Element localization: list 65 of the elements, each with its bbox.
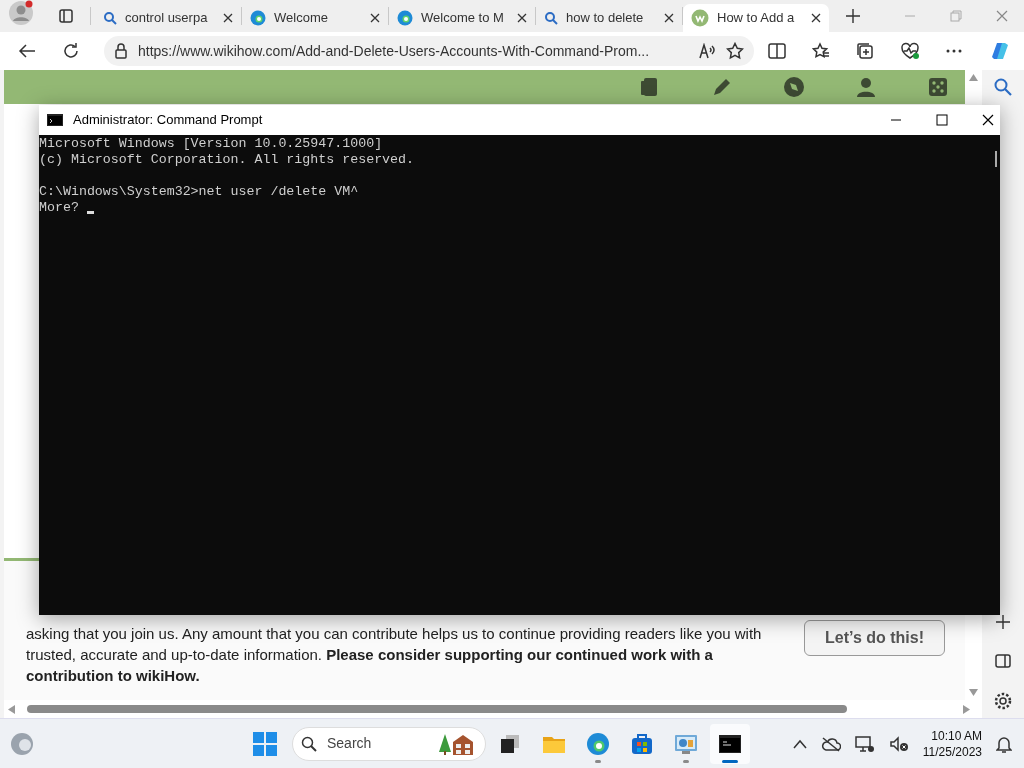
compass-icon[interactable] xyxy=(783,76,805,98)
sidebar-icon[interactable] xyxy=(995,654,1011,668)
donate-button[interactable]: Let’s do this! xyxy=(804,620,945,656)
scroll-up-icon[interactable] xyxy=(969,74,978,81)
scrollbar-thumb[interactable] xyxy=(27,705,847,713)
start-icon[interactable] xyxy=(252,730,278,757)
search-icon[interactable] xyxy=(994,78,1012,96)
refresh-icon[interactable] xyxy=(62,42,80,60)
browser-tab[interactable]: control userpa xyxy=(95,4,241,32)
search-icon xyxy=(103,11,117,25)
close-icon[interactable] xyxy=(517,13,527,23)
close-icon[interactable] xyxy=(982,114,994,126)
health-icon[interactable] xyxy=(900,42,920,60)
console-line: (c) Microsoft Corporation. All rights reserved. xyxy=(39,152,415,168)
taskbar-app[interactable] xyxy=(710,723,750,764)
console-line: Microsoft Windows [Version 10.0.25947.1000] xyxy=(39,136,383,152)
close-icon[interactable] xyxy=(223,13,233,23)
settings-icon[interactable] xyxy=(994,692,1012,710)
split-screen-icon[interactable] xyxy=(768,43,786,59)
notification-icon[interactable] xyxy=(996,734,1012,753)
browser-tab[interactable]: how to delete xyxy=(536,4,682,32)
store-icon xyxy=(630,731,654,756)
terminal-icon xyxy=(47,114,63,126)
close-icon[interactable] xyxy=(664,13,674,23)
scroll-down-icon[interactable] xyxy=(969,689,978,696)
search-icon xyxy=(544,11,558,25)
cloud-off-icon[interactable] xyxy=(820,735,841,752)
add-icon[interactable] xyxy=(995,614,1011,630)
console-line: More? xyxy=(39,200,80,216)
favorite-icon[interactable] xyxy=(726,42,744,60)
window-title: Administrator: Command Prompt xyxy=(73,111,264,130)
browser-tab[interactable]: Welcome xyxy=(242,4,388,32)
close-icon[interactable] xyxy=(370,13,380,23)
console-line: C:\Windows\System32>net user /delete VM^ xyxy=(39,184,359,200)
close-icon[interactable] xyxy=(811,13,821,23)
profile-icon[interactable] xyxy=(8,0,34,27)
volume-muted-icon[interactable] xyxy=(888,735,909,752)
browser-tab[interactable]: Welcome to M xyxy=(389,4,535,32)
favorites-icon[interactable] xyxy=(812,42,830,60)
clock-date[interactable]: 11/25/2023 xyxy=(922,743,982,760)
lock-icon xyxy=(114,43,128,59)
edge-icon xyxy=(250,10,266,26)
browser-tab[interactable]: How to Add a xyxy=(683,4,829,32)
maximize-icon[interactable] xyxy=(936,114,948,126)
read-aloud-icon[interactable] xyxy=(698,43,716,59)
back-icon[interactable] xyxy=(18,43,36,59)
wikihow-icon xyxy=(691,9,709,27)
person-icon[interactable] xyxy=(855,76,877,98)
scroll-right-icon[interactable] xyxy=(963,704,970,714)
edge-icon xyxy=(586,731,610,756)
search-box[interactable]: Search xyxy=(292,726,486,761)
new-tab-icon[interactable] xyxy=(845,8,861,24)
chevron-up-icon[interactable] xyxy=(792,738,807,749)
edge-icon xyxy=(397,10,413,26)
scroll-left-icon[interactable] xyxy=(8,704,15,714)
pencil-icon[interactable] xyxy=(711,76,733,98)
address-bar[interactable]: https://www.wikihow.com/Add-and-Delete-Users-Accounts-With-Command-Prom... xyxy=(104,36,754,66)
collections-icon[interactable] xyxy=(856,42,874,60)
clock-time[interactable]: 10:10 AM xyxy=(922,727,982,744)
network-icon[interactable] xyxy=(854,734,875,753)
search-icon xyxy=(301,735,317,752)
banner-text: asking that you join us. Any amount that you can contribute helps us to continue providing readers like you with trusted, accurate and up-to-date information. Please consider supporting our continued work with a contribution to wikiHow. xyxy=(26,624,763,686)
dice-icon[interactable] xyxy=(927,76,949,98)
tab-actions-icon[interactable] xyxy=(58,8,74,24)
scrollbar-thumb[interactable] xyxy=(995,151,997,167)
